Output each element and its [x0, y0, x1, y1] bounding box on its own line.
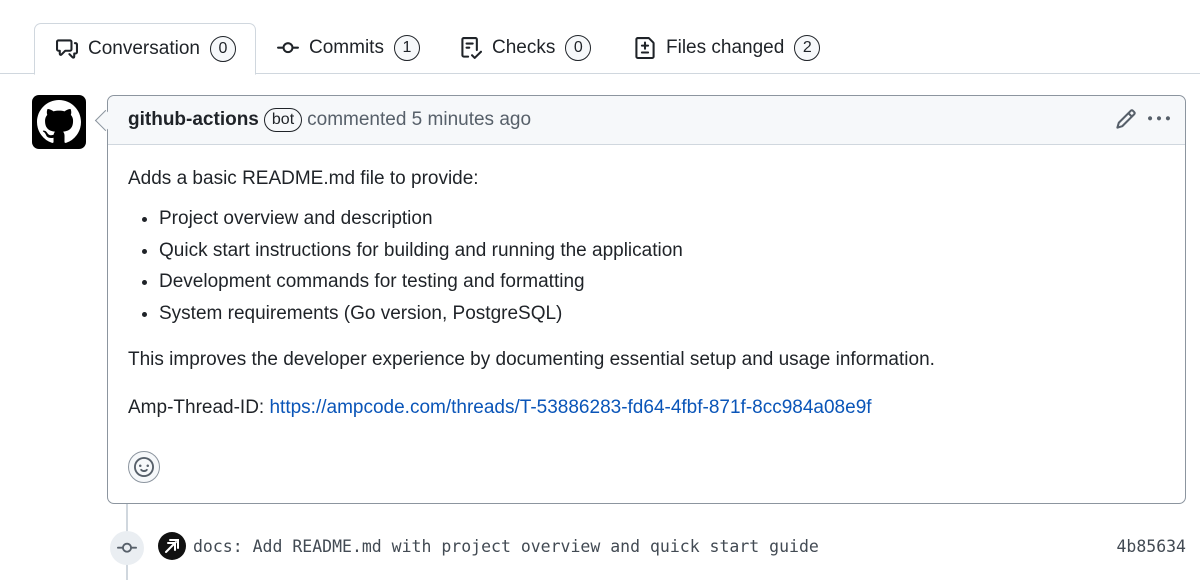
- list-item: System requirements (Go version, Postgre…: [159, 302, 1165, 326]
- thread-id-line: Amp-Thread-ID: https://ampcode.com/threa…: [128, 396, 1165, 420]
- tab-label: Conversation: [88, 38, 200, 59]
- edit-pencil-icon[interactable]: [1115, 108, 1137, 130]
- comment-actions: [1105, 108, 1171, 130]
- tab-label: Checks: [492, 37, 556, 58]
- pr-tab-bar: Conversation 0 Commits 1 Checks 0 Files …: [0, 0, 1200, 75]
- thread-id-label: Amp-Thread-ID:: [128, 396, 270, 418]
- commit-icon: [277, 37, 299, 59]
- commit-message-link[interactable]: docs: Add README.md with project overvie…: [193, 537, 819, 556]
- tab-count-badge: 1: [393, 35, 420, 61]
- github-logo-icon: [37, 100, 81, 143]
- comment-body: Adds a basic README.md file to provide: …: [108, 145, 1185, 420]
- tab-count-badge: 0: [209, 36, 236, 62]
- add-reaction-button[interactable]: [128, 451, 160, 483]
- file-diff-icon: [634, 37, 656, 59]
- tab-label: Commits: [309, 37, 384, 58]
- timeline-commit-node: [110, 531, 144, 565]
- avatar[interactable]: [32, 95, 86, 149]
- conversation-icon: [56, 38, 78, 60]
- comment-summary: This improves the developer experience b…: [128, 348, 935, 370]
- bot-badge: bot: [263, 108, 303, 132]
- thread-link[interactable]: https://ampcode.com/threads/T-53886283-f…: [269, 397, 871, 418]
- list-item: Project overview and description: [159, 207, 1165, 231]
- tab-checks[interactable]: Checks 0: [460, 23, 592, 73]
- comment-header: github-actions bot commented 5 minutes a…: [108, 96, 1185, 145]
- tab-conversation[interactable]: Conversation 0: [34, 23, 256, 75]
- list-item: Development commands for testing and for…: [159, 270, 1165, 294]
- comment-author[interactable]: github-actions: [128, 109, 259, 131]
- comment-box: github-actions bot commented 5 minutes a…: [107, 95, 1186, 504]
- checklist-icon: [460, 37, 482, 59]
- tab-label: Files changed: [666, 37, 785, 58]
- tab-files-changed[interactable]: Files changed 2: [634, 23, 821, 73]
- commit-icon: [117, 542, 137, 553]
- list-item: Quick start instructions for building an…: [159, 239, 1165, 263]
- kebab-menu-icon[interactable]: [1147, 108, 1171, 130]
- commit-author-avatar[interactable]: [158, 532, 186, 560]
- comment-list: Project overview and description Quick s…: [128, 207, 1165, 326]
- tab-count-badge: 2: [794, 35, 821, 61]
- tab-count-badge: 0: [565, 35, 592, 61]
- comment-timestamp[interactable]: commented 5 minutes ago: [307, 109, 531, 131]
- amp-logo-icon: [165, 539, 179, 553]
- smiley-icon: [134, 457, 154, 477]
- tab-commits[interactable]: Commits 1: [277, 23, 420, 73]
- comment-intro: Adds a basic README.md file to provide:: [128, 168, 479, 189]
- commit-sha-link[interactable]: 4b85634: [1116, 537, 1186, 556]
